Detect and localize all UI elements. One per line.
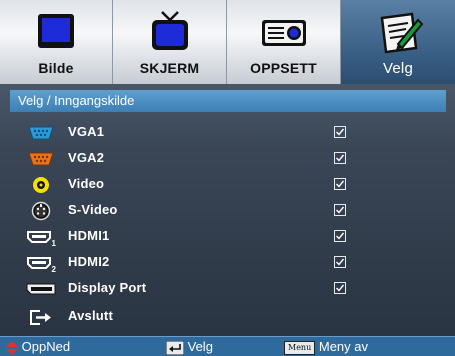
exit-row[interactable]: Avslutt: [0, 304, 455, 330]
projector-icon: [261, 20, 306, 46]
tab-label: OPPSETT: [250, 60, 317, 76]
source-row-svideo[interactable]: S-Video: [0, 198, 455, 224]
source-row-vga2[interactable]: VGA2: [0, 146, 455, 172]
source-row-displayport[interactable]: Display Port: [0, 276, 455, 302]
tab-skjerm[interactable]: SKJERM: [113, 0, 227, 84]
source-checkbox[interactable]: [334, 152, 346, 164]
rca-jack-icon: [33, 177, 49, 193]
hdmi-subscript: 2: [52, 265, 57, 273]
source-label: VGA2: [68, 150, 105, 165]
hint-menu-label: Meny av: [318, 339, 368, 354]
bottom-hint-bar: OppNed Velg Menu Meny av: [0, 336, 455, 356]
tab-label: Velg: [383, 60, 413, 77]
source-row-hdmi1[interactable]: 1 HDMI1: [0, 224, 455, 250]
tab-oppsett[interactable]: OPPSETT: [227, 0, 341, 84]
source-checkbox[interactable]: [334, 282, 346, 294]
displayport-icon: [26, 283, 56, 295]
hint-menu: Menu Meny av: [284, 339, 368, 355]
svideo-port-icon: [31, 201, 51, 221]
hint-enter-label: Velg: [187, 339, 213, 354]
source-row-vga1[interactable]: VGA1: [0, 120, 455, 146]
tab-bar: Bilde SKJERM OPPSETT Velg: [0, 0, 455, 84]
hdmi-subscript: 1: [52, 239, 57, 247]
exit-icon: [30, 310, 51, 325]
enter-key-icon: [166, 340, 184, 355]
source-checkbox[interactable]: [334, 126, 346, 138]
source-label: Video: [68, 176, 105, 191]
menu-key-icon: Menu: [284, 340, 316, 355]
source-label: HDMI2: [68, 254, 110, 269]
source-label: S-Video: [68, 202, 118, 217]
picture-icon: [38, 14, 74, 48]
source-checkbox[interactable]: [334, 204, 346, 216]
hint-updown-label: OppNed: [21, 339, 71, 354]
hint-enter: Velg: [166, 339, 213, 355]
source-checkbox[interactable]: [334, 256, 346, 268]
hdmi-port-icon: 1: [27, 231, 57, 247]
tab-label: Bilde: [38, 60, 74, 76]
source-checkbox[interactable]: [334, 230, 346, 242]
vga-connector-icon: [28, 126, 54, 140]
exit-label: Avslutt: [68, 308, 113, 323]
osd-menu: Bilde SKJERM OPPSETT Velg Velg / Inngang…: [0, 0, 455, 356]
source-label: HDMI1: [68, 228, 110, 243]
notepad-icon: [380, 12, 424, 54]
source-label: VGA1: [68, 124, 105, 139]
source-label: Display Port: [68, 280, 147, 295]
section-title: Velg / Inngangskilde: [10, 90, 446, 112]
source-row-hdmi2[interactable]: 2 HDMI2: [0, 250, 455, 276]
hdmi-port-icon: 2: [27, 257, 57, 273]
source-row-video[interactable]: Video: [0, 172, 455, 198]
up-down-arrow-icon: [6, 340, 18, 355]
tv-icon: [151, 11, 188, 50]
tab-label: SKJERM: [139, 60, 200, 76]
vga-connector-icon: [28, 152, 54, 166]
tab-velg[interactable]: Velg: [341, 0, 455, 84]
hint-updown: OppNed: [6, 339, 70, 355]
source-checkbox[interactable]: [334, 178, 346, 190]
tab-bilde[interactable]: Bilde: [0, 0, 113, 84]
